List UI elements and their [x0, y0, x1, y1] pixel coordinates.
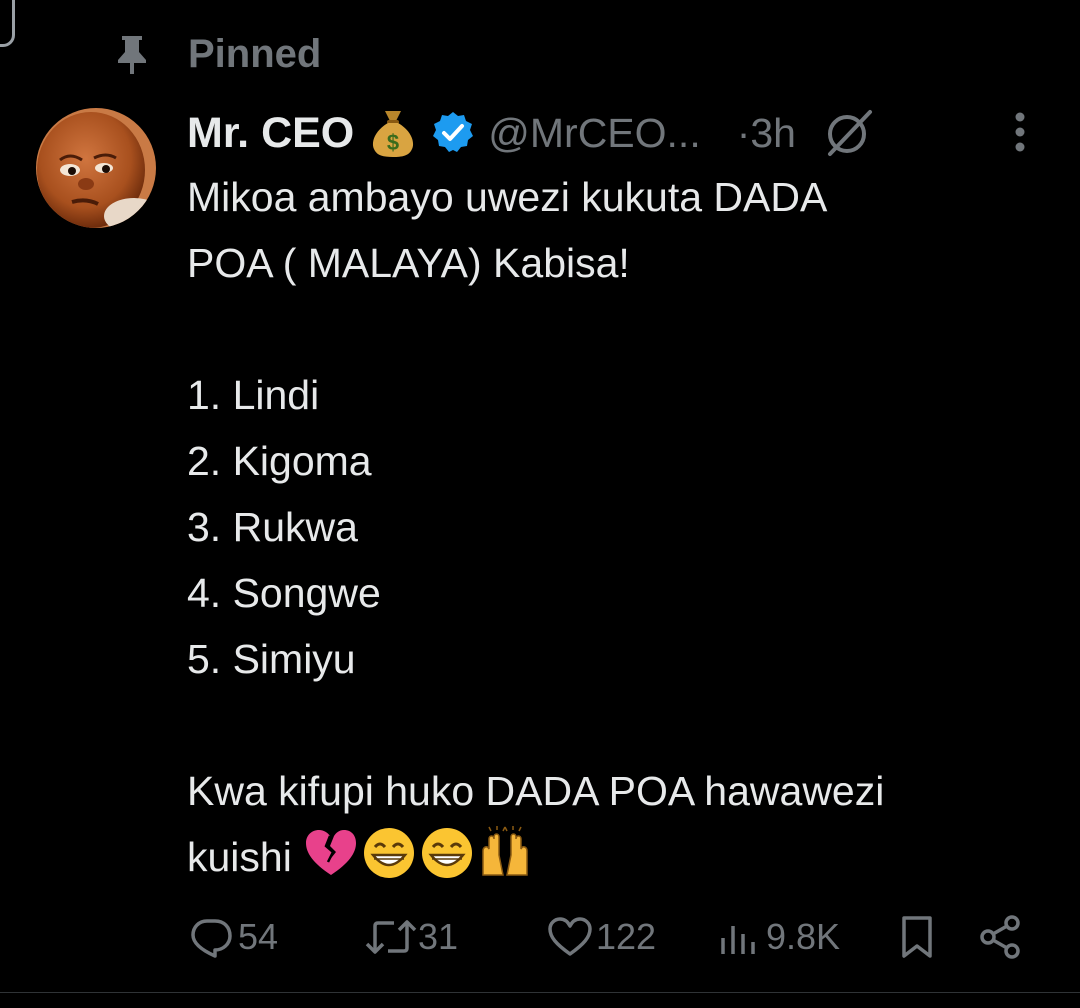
retweet-icon: [365, 920, 417, 954]
reply-icon: [191, 919, 232, 958]
views-button[interactable]: 9.8K: [716, 908, 840, 966]
bookmark-button[interactable]: [896, 908, 938, 966]
tweet-line: kuishi: [187, 834, 292, 880]
grok-icon[interactable]: [822, 106, 876, 160]
pin-icon: [112, 32, 152, 76]
grinning-face-icon: [419, 825, 475, 881]
emoji-row: [303, 825, 535, 881]
author-handle[interactable]: @MrCEO...: [488, 110, 700, 157]
window-corner-edge: [0, 0, 15, 47]
list-item: 2. Kigoma: [187, 438, 372, 484]
author-display-name[interactable]: Mr. CEO: [187, 109, 354, 158]
list-item: 4. Songwe: [187, 570, 381, 616]
broken-heart-icon: [303, 825, 359, 881]
view-count: 9.8K: [766, 916, 841, 957]
tweet-timestamp[interactable]: 3h: [750, 110, 796, 157]
like-button[interactable]: 122: [546, 908, 656, 966]
avatar[interactable]: [36, 108, 156, 228]
retweet-button[interactable]: 31: [364, 908, 458, 966]
tweet-line: Mikoa ambayo uwezi kukuta DADA: [187, 174, 828, 220]
reply-count: 54: [238, 916, 279, 957]
share-button[interactable]: [976, 908, 1024, 966]
heart-icon: [548, 917, 592, 956]
tweet-line: Kwa kifupi huko DADA POA hawawezi: [187, 768, 885, 814]
list-item: 3. Rukwa: [187, 504, 358, 550]
bookmark-icon: [902, 916, 932, 958]
list-item: 1. Lindi: [187, 372, 320, 418]
svg-text:$: $: [387, 130, 399, 155]
list-item: 5. Simiyu: [187, 636, 356, 682]
tweet-line: POA ( MALAYA) Kabisa!: [187, 240, 630, 286]
divider: [0, 992, 1080, 993]
tweet-header: Mr. CEO $ @MrCEO... · 3h: [187, 104, 876, 162]
pinned-indicator: Pinned: [112, 28, 321, 80]
raising-hands-icon: [477, 825, 533, 881]
analytics-icon: [721, 926, 755, 954]
tweet-text: Mikoa ambayo uwezi kukuta DADA POA ( MAL…: [187, 164, 1057, 890]
reply-button[interactable]: 54: [188, 908, 278, 966]
money-bag-icon: $: [368, 107, 418, 159]
like-count: 122: [596, 916, 657, 957]
more-options-icon[interactable]: [1006, 110, 1034, 154]
verified-badge-icon[interactable]: [430, 110, 476, 156]
grinning-face-icon: [361, 825, 417, 881]
time-separator: ·: [736, 109, 751, 156]
pinned-label: Pinned: [188, 31, 322, 76]
share-icon: [980, 915, 1020, 959]
retweet-count: 31: [418, 916, 459, 957]
